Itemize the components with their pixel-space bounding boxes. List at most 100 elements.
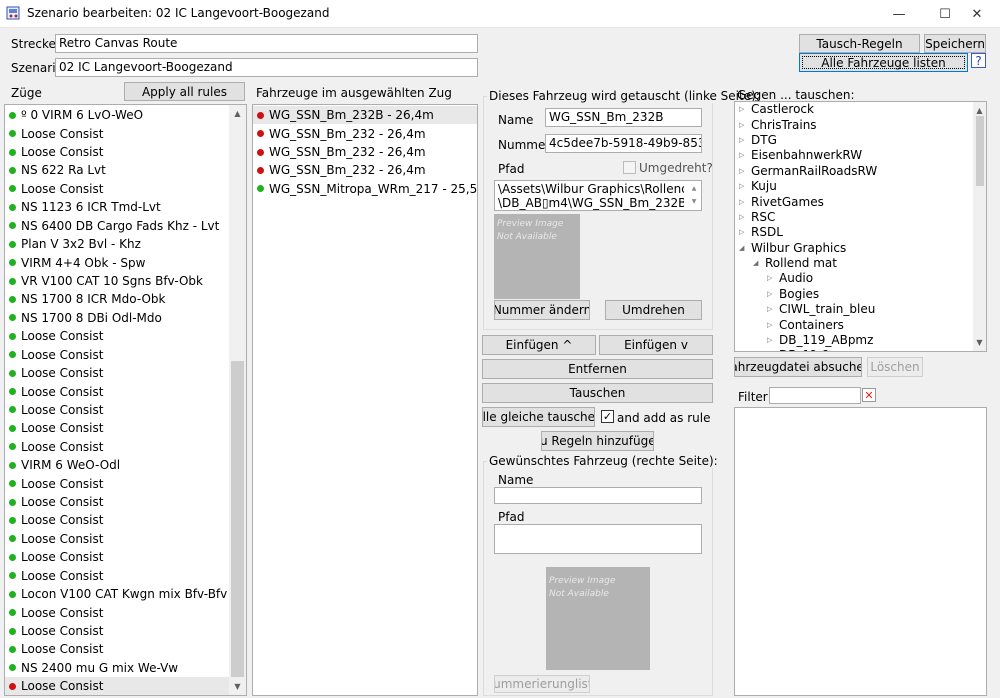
gewuenscht-name-field[interactable] xyxy=(494,487,702,504)
tree-node[interactable]: ▷ ChrisTrains xyxy=(735,117,971,132)
zug-list-item[interactable]: Loose Consist xyxy=(5,364,231,382)
scroll-up-icon[interactable]: ▲ xyxy=(229,105,246,122)
zug-list-item[interactable]: VR V100 CAT 10 Sgns Bfv-Obk xyxy=(5,272,231,290)
zug-list-item[interactable]: Loose Consist xyxy=(5,493,231,511)
fahrzeug-list-item[interactable]: WG_SSN_Mitropa_WRm_217 - 25,58m xyxy=(253,180,477,198)
add-as-rule-checkbox[interactable]: ✓ xyxy=(601,410,614,423)
collapsed-arrow-icon[interactable]: ▷ xyxy=(767,271,779,286)
zug-list-item[interactable]: Loose Consist xyxy=(5,603,231,621)
zug-list-item[interactable]: Loose Consist xyxy=(5,640,231,658)
strecke-field[interactable]: Retro Canvas Route xyxy=(55,34,478,53)
minimize-button[interactable]: — xyxy=(876,0,922,28)
tree-node[interactable]: ▷ CIWL_train_bleu xyxy=(735,302,971,317)
speichern-button[interactable]: Speichern xyxy=(924,34,986,53)
zug-list-item[interactable]: Loose Consist xyxy=(5,327,231,345)
scroll-down-icon[interactable]: ▼ xyxy=(973,334,986,351)
expanded-arrow-icon[interactable]: ◢ xyxy=(753,256,765,271)
zug-list-item[interactable]: NS 1123 6 ICR Tmd-Lvt xyxy=(5,198,231,216)
fahrzeug-list-item[interactable]: WG_SSN_Bm_232B - 26,4m xyxy=(253,106,477,125)
zug-list-item[interactable]: Loose Consist xyxy=(5,438,231,456)
collapsed-arrow-icon[interactable]: ▷ xyxy=(767,333,779,348)
fahrzeug-list-item[interactable]: WG_SSN_Bm_232 - 26,4m xyxy=(253,124,477,142)
fahrzeugdatei-absuchen-button[interactable]: Fahrzeugdatei absuchen xyxy=(734,357,862,377)
tree-node[interactable]: ▷ RSDL xyxy=(735,225,971,240)
tree-node[interactable]: ◢ Rollend mat xyxy=(735,256,971,271)
tree-node[interactable]: ▷ Audio xyxy=(735,271,971,286)
zug-list-item[interactable]: Loose Consist xyxy=(5,382,231,400)
apply-all-rules-button[interactable]: Apply all rules xyxy=(124,82,245,101)
zug-list-item[interactable]: Loose Consist xyxy=(5,474,231,492)
zug-list-item[interactable]: Loose Consist xyxy=(5,143,231,161)
tree-node[interactable]: ▷ RSC xyxy=(735,210,971,225)
nummer-field[interactable]: 4c5dee7b-5918-49b9-853c-3 xyxy=(545,134,702,153)
nummerierungliste-button[interactable]: Nummerierungliste xyxy=(494,675,590,693)
clear-filter-icon[interactable]: ✕ xyxy=(862,388,876,402)
fahrzeuge-list[interactable]: WG_SSN_Bm_232B - 26,4m WG_SSN_Bm_232 - 26… xyxy=(252,104,478,696)
scroll-thumb[interactable] xyxy=(231,361,244,677)
tree-node[interactable]: ▷ DB_119_ABpmz xyxy=(735,333,971,348)
zug-list-item[interactable]: Loose Consist xyxy=(5,567,231,585)
zug-list-item[interactable]: Loose Consist xyxy=(5,530,231,548)
loeschen-button[interactable]: Löschen xyxy=(867,357,923,377)
entfernen-button[interactable]: Entfernen xyxy=(482,359,713,379)
tree-node[interactable]: ▷ DTG xyxy=(735,133,971,148)
zug-list-item[interactable]: NS 1700 8 DBi Odl-Mdo xyxy=(5,309,231,327)
collapsed-arrow-icon[interactable]: ▷ xyxy=(767,318,779,333)
einfuegen-down-button[interactable]: Einfügen v xyxy=(599,335,713,355)
zug-list-item[interactable]: Loose Consist xyxy=(5,345,231,363)
collapsed-arrow-icon[interactable]: ▷ xyxy=(739,164,751,179)
zug-list-item[interactable]: NS 622 Ra Lvt xyxy=(5,161,231,179)
einfuegen-up-button[interactable]: Einfügen ^ xyxy=(482,335,596,355)
zug-list-item[interactable]: NS 2400 mu G mix We-Vw xyxy=(5,659,231,677)
zug-list-item[interactable]: Plan V 3x2 Bvl - Khz xyxy=(5,235,231,253)
umdrehen-button[interactable]: Umdrehen xyxy=(605,300,702,320)
szenario-field[interactable]: 02 IC Langevoort-Boogezand xyxy=(55,58,478,77)
expanded-arrow-icon[interactable]: ◢ xyxy=(739,241,751,256)
tree-node[interactable]: ▷ Containers xyxy=(735,317,971,332)
collapsed-arrow-icon[interactable]: ▷ xyxy=(739,210,751,225)
collapsed-arrow-icon[interactable]: ▷ xyxy=(739,148,751,163)
zuege-scrollbar[interactable]: ▲ ▼ xyxy=(229,105,246,695)
filter-input[interactable] xyxy=(769,387,861,404)
tree-node[interactable]: ▷ Castlerock xyxy=(735,102,971,117)
fahrzeug-list-item[interactable]: WG_SSN_Bm_232 - 26,4m xyxy=(253,161,477,179)
zug-list-item[interactable]: VIRM 6 WeO-Odl xyxy=(5,456,231,474)
collapsed-arrow-icon[interactable]: ▷ xyxy=(739,102,751,117)
zug-list-item[interactable]: Loose Consist xyxy=(5,419,231,437)
tree-node[interactable]: ▷ EisenbahnwerkRW xyxy=(735,148,971,163)
alle-fahrzeuge-listen-button[interactable]: Alle Fahrzeuge listen xyxy=(799,53,968,72)
zuege-list[interactable]: º 0 VIRM 6 LvO-WeO Loose Consist Loose Con… xyxy=(4,104,247,696)
tree-node[interactable]: ◢ Wilbur Graphics xyxy=(735,241,971,256)
collapsed-arrow-icon[interactable]: ▷ xyxy=(739,133,751,148)
collapsed-arrow-icon[interactable]: ▷ xyxy=(739,118,751,133)
collapsed-arrow-icon[interactable]: ▷ xyxy=(767,302,779,317)
alle-gleiche-tauschen-button[interactable]: Alle gleiche tauschen xyxy=(482,407,595,427)
gewuenscht-pfad-field[interactable] xyxy=(494,524,702,554)
tree-node[interactable]: ▷ Bogies xyxy=(735,287,971,302)
collapsed-arrow-icon[interactable]: ▷ xyxy=(739,179,751,194)
zug-list-item[interactable]: NS 6400 DB Cargo Fads Khz - Lvt xyxy=(5,217,231,235)
zu-regeln-hinzufuegen-button[interactable]: Zu Regeln hinzufügen xyxy=(541,431,654,451)
zug-list-item[interactable]: Loose Consist xyxy=(5,511,231,529)
fahrzeug-list-item[interactable]: WG_SSN_Bm_232 - 26,4m xyxy=(253,143,477,161)
scroll-down-icon[interactable]: ▼ xyxy=(229,678,246,695)
tree-node[interactable]: ▷ Kuju xyxy=(735,179,971,194)
zug-list-item[interactable]: º 0 VIRM 6 LvO-WeO xyxy=(5,106,231,124)
tree-node[interactable]: ▷ GermanRailRoadsRW xyxy=(735,164,971,179)
close-button[interactable]: ✕ xyxy=(954,0,1000,28)
pfad-field[interactable]: \Assets\Wilbur Graphics\Rollend mat \DB_… xyxy=(494,180,702,211)
zug-list-item[interactable]: Loose Consist xyxy=(5,622,231,640)
collapsed-arrow-icon[interactable]: ▷ xyxy=(767,287,779,302)
zug-list-item[interactable]: Loose Consist xyxy=(5,180,231,198)
tree-node[interactable]: ▷DB_1?_? xyxy=(735,348,971,351)
zug-list-item[interactable]: Loose Consist xyxy=(5,124,231,142)
tauschen-button[interactable]: Tauschen xyxy=(482,383,713,403)
zug-list-item[interactable]: Loose Consist xyxy=(5,401,231,419)
zug-list-item[interactable]: VIRM 4+4 Obk - Spw xyxy=(5,253,231,271)
collapsed-arrow-icon[interactable]: ▷ xyxy=(739,195,751,210)
collapsed-arrow-icon[interactable]: ▷ xyxy=(767,348,779,351)
help-button[interactable]: ? xyxy=(971,53,986,68)
tree-node[interactable]: ▷ RivetGames xyxy=(735,194,971,209)
scroll-thumb[interactable] xyxy=(976,116,984,186)
zug-list-item[interactable]: Loose Consist xyxy=(5,677,231,695)
